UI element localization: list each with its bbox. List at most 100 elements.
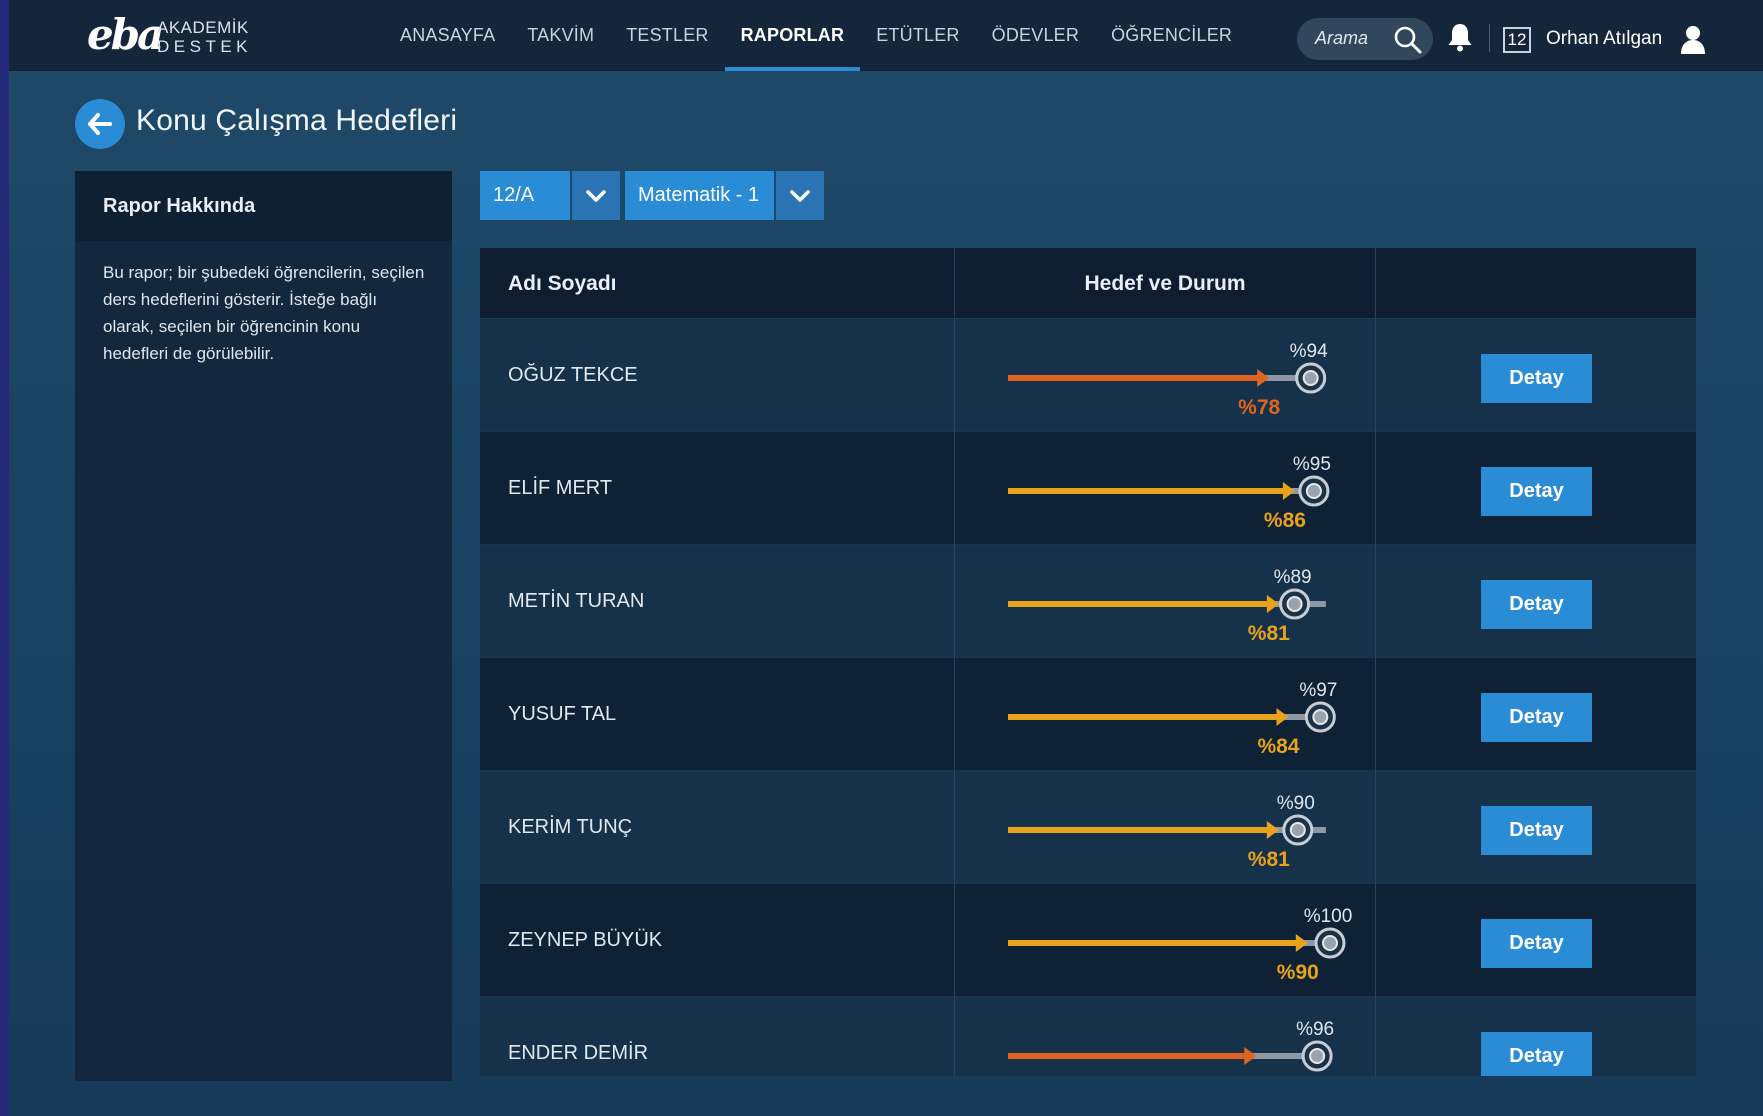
detail-button[interactable]: Detay (1481, 1032, 1592, 1076)
menu-item-anasayfa[interactable]: ANASAYFA (384, 0, 511, 71)
target-percent: %89 (1274, 567, 1312, 588)
current-percent: %84 (1257, 735, 1299, 758)
target-marker-center (1302, 370, 1319, 386)
target-percent: %94 (1290, 341, 1328, 362)
table-row: ELİF MERT %95 %86 Detay (480, 432, 1696, 545)
column-header-name: Adı Soyadı (480, 248, 955, 319)
goal-status-cell: %100 %90 (955, 884, 1376, 997)
detail-button[interactable]: Detay (1481, 467, 1592, 516)
table-row: METİN TURAN %89 %81 Detay (480, 545, 1696, 658)
goal-progress-bar: %100 %90 (1008, 906, 1353, 984)
nav-divider (1489, 24, 1490, 52)
chevron-down-icon (790, 189, 810, 202)
target-marker-center (1322, 935, 1338, 951)
table-row: YUSUF TAL %97 %84 Detay (480, 658, 1696, 771)
target-percent: %100 (1304, 906, 1353, 927)
detail-button[interactable]: Detay (1481, 919, 1592, 968)
progress-arrow-icon (1257, 369, 1270, 387)
logo-akademik-text: AKADEMİK (157, 18, 249, 37)
report-info-text: Bu rapor; bir şubedeki öğrencilerin, seç… (103, 263, 425, 363)
student-name: ZEYNEP BÜYÜK (480, 884, 955, 997)
table-row: ENDER DEMİR %96 %74 Detay (480, 997, 1696, 1076)
logo-eba-text: eba (87, 10, 164, 59)
table-row: OĞUZ TEKCE %94 %78 Detay (480, 319, 1696, 432)
goal-progress-bar: %96 %74 (1008, 1019, 1334, 1076)
table-row: ZEYNEP BÜYÜK %100 %90 Detay (480, 884, 1696, 997)
action-cell: Detay (1376, 771, 1696, 884)
subject-dropdown[interactable]: Matematik - 1 (625, 171, 824, 220)
search-label: Arama (1315, 28, 1369, 48)
report-info-heading: Rapor Hakkında (75, 171, 452, 241)
menu-item-odevler[interactable]: ÖDEVLER (976, 0, 1095, 71)
menu-item-raporlar[interactable]: RAPORLAR (724, 0, 861, 71)
report-info-panel: Rapor Hakkında Bu rapor; bir şubedeki öğ… (75, 171, 452, 1081)
target-marker-center (1312, 709, 1329, 725)
progress-arrow-icon (1244, 1047, 1257, 1065)
detail-button[interactable]: Detay (1481, 806, 1592, 855)
current-percent: %74 (1225, 1074, 1267, 1076)
menu-item-ogrenciler[interactable]: ÖĞRENCİLER (1095, 0, 1248, 71)
goal-status-cell: %97 %84 (955, 658, 1376, 771)
progress-arrow-icon (1295, 934, 1308, 952)
goal-status-cell: %94 %78 (955, 319, 1376, 432)
user-icon[interactable] (1679, 24, 1707, 54)
column-header-action (1376, 248, 1696, 319)
current-percent: %81 (1248, 848, 1290, 871)
goal-status-cell: %96 %74 (955, 997, 1376, 1076)
class-dropdown-arrow[interactable] (572, 171, 620, 220)
current-percent: %86 (1264, 509, 1306, 532)
progress-arrow-icon (1276, 708, 1289, 726)
student-name: OĞUZ TEKCE (480, 319, 955, 432)
detail-button[interactable]: Detay (1481, 354, 1592, 403)
subject-dropdown-arrow[interactable] (776, 171, 824, 220)
menu-item-testler[interactable]: TESTLER (610, 0, 724, 71)
student-goals-table: Adı Soyadı Hedef ve Durum OĞUZ TEKCE %94%… (480, 248, 1696, 1076)
goal-progress-bar: %89 %81 (1008, 567, 1326, 645)
student-name: ELİF MERT (480, 432, 955, 545)
action-cell: Detay (1376, 997, 1696, 1076)
search-box[interactable]: Arama (1297, 18, 1433, 60)
goal-status-cell: %95 %86 (955, 432, 1376, 545)
progress-arrow-icon (1266, 595, 1279, 613)
student-name: METİN TURAN (480, 545, 955, 658)
class-dropdown[interactable]: 12/A (480, 171, 620, 220)
detail-button[interactable]: Detay (1481, 693, 1592, 742)
back-button[interactable] (75, 99, 125, 149)
chevron-down-icon (586, 189, 606, 202)
user-name[interactable]: Orhan Atılgan (1546, 28, 1662, 50)
column-header-status: Hedef ve Durum (955, 248, 1376, 319)
detail-button[interactable]: Detay (1481, 580, 1592, 629)
target-marker-center (1289, 822, 1306, 838)
window-edge (0, 0, 9, 1116)
target-marker-center (1309, 1048, 1326, 1064)
action-cell: Detay (1376, 432, 1696, 545)
table-row: KERİM TUNÇ %90 %81 Detay (480, 771, 1696, 884)
action-cell: Detay (1376, 319, 1696, 432)
menu-item-etutler[interactable]: ETÜTLER (860, 0, 975, 71)
table-header: Adı Soyadı Hedef ve Durum (480, 248, 1696, 319)
target-percent: %90 (1277, 793, 1315, 814)
action-cell: Detay (1376, 545, 1696, 658)
menu-item-takvim[interactable]: TAKVİM (511, 0, 610, 71)
target-marker-center (1305, 483, 1322, 499)
goal-status-cell: %89 %81 (955, 545, 1376, 658)
count-badge[interactable]: 12 (1503, 27, 1531, 53)
student-name: KERİM TUNÇ (480, 771, 955, 884)
target-percent: %97 (1299, 680, 1337, 701)
progress-arrow-icon (1282, 482, 1295, 500)
goal-progress-bar: %97 %84 (1008, 680, 1337, 758)
progress-arrow-icon (1266, 821, 1279, 839)
current-percent: %78 (1238, 396, 1280, 419)
goal-status-cell: %90 %81 (955, 771, 1376, 884)
student-name: YUSUF TAL (480, 658, 955, 771)
table-body: OĞUZ TEKCE %94 %78 Detay ELİF MERT %95 %86 Deta… (480, 319, 1696, 1076)
target-percent: %96 (1296, 1019, 1334, 1040)
current-percent: %81 (1248, 622, 1290, 645)
bell-icon[interactable] (1446, 22, 1474, 52)
search-icon[interactable] (1393, 25, 1423, 55)
goal-progress-bar: %94 %78 (1008, 341, 1328, 419)
arrow-left-icon (88, 113, 112, 135)
goal-progress-bar: %95 %86 (1008, 454, 1331, 532)
target-percent: %95 (1293, 454, 1331, 475)
student-name: ENDER DEMİR (480, 997, 955, 1076)
